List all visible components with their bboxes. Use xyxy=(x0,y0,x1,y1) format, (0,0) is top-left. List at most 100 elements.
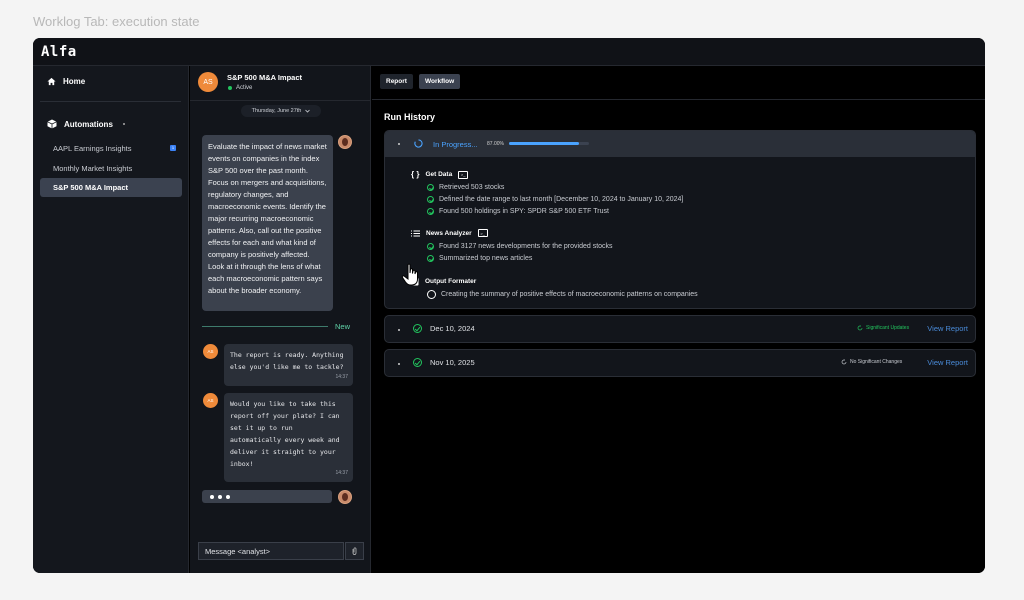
run-card-nov-2025[interactable]: Nov 10, 2025 No Significant Changes View… xyxy=(384,349,976,377)
run-card-dec-2024[interactable]: Dec 10, 2024 Significant Updates View Re… xyxy=(384,315,976,343)
new-label: New xyxy=(335,322,351,331)
expand-bullet-icon[interactable] xyxy=(398,143,400,145)
home-icon xyxy=(47,77,56,86)
sidebar-item-sp500-ma[interactable]: S&P 500 M&A Impact xyxy=(40,178,182,197)
run-status-badge: No Significant Changes xyxy=(841,359,902,365)
step-news-analyzer: News Analyzer >_ xyxy=(411,229,488,237)
braces-icon: { } xyxy=(411,170,420,179)
run-header[interactable]: In Progress... 87.00% xyxy=(385,131,975,157)
run-date: Dec 10, 2024 xyxy=(430,324,475,333)
terminal-icon: >_ xyxy=(458,170,469,179)
progress-fill xyxy=(509,142,579,145)
step-item-text: Summarized top news articles xyxy=(439,255,533,262)
tab-workflow[interactable]: Workflow xyxy=(419,74,461,89)
list-icon xyxy=(411,230,420,236)
run-status-text: Significant Updates xyxy=(866,325,910,331)
message-text: The report is ready. Anything else you'd… xyxy=(230,351,344,371)
step-title: Output Formater xyxy=(425,278,477,285)
step-item: Creating the summary of positive effects… xyxy=(427,290,698,299)
cube-icon xyxy=(47,119,57,129)
page-caption: Worklog Tab: execution state xyxy=(33,14,200,29)
expand-bullet-icon[interactable] xyxy=(398,329,400,331)
message-time: 14:37 xyxy=(335,470,348,476)
top-bar: Alfa xyxy=(33,38,985,66)
step-title: Get Data xyxy=(425,171,453,178)
message-time: 14:37 xyxy=(335,374,348,380)
tab-report[interactable]: Report xyxy=(380,74,413,89)
user-avatar xyxy=(338,135,352,149)
chat-header: AS S&P 500 M&A Impact Active xyxy=(190,66,370,101)
message-text: Would you like to take this report off y… xyxy=(230,400,340,468)
chevron-down-icon xyxy=(305,109,311,113)
sidebar-item-label: Home xyxy=(63,77,86,86)
hand-cursor-icon xyxy=(401,263,418,286)
chat-title: S&P 500 M&A Impact xyxy=(227,73,303,82)
status-dot-icon xyxy=(228,86,232,90)
typing-indicator xyxy=(202,490,332,503)
step-item-text: Retrieved 503 stocks xyxy=(439,184,505,191)
main-panel: Report Workflow Run History In Progress.… xyxy=(372,66,985,573)
pending-circle-icon xyxy=(427,290,436,299)
typing-dot-icon xyxy=(218,494,222,499)
typing-dot-icon xyxy=(226,494,230,499)
step-item-text: Found 3127 news developments for the pro… xyxy=(439,243,613,250)
step-title: News Analyzer xyxy=(426,229,472,237)
sidebar-item-automations[interactable]: Automations xyxy=(47,119,125,129)
typing-dot-icon xyxy=(210,494,214,499)
paperclip-icon xyxy=(352,547,357,555)
check-icon xyxy=(427,196,434,203)
new-divider xyxy=(202,326,328,327)
avatar: AS xyxy=(198,72,218,92)
run-status-badge: Significant Updates xyxy=(857,325,909,331)
bot-message: The report is ready. Anything else you'd… xyxy=(224,344,353,386)
terminal-icon: >_ xyxy=(477,229,488,237)
check-icon xyxy=(427,184,434,191)
attach-button[interactable] xyxy=(345,542,364,560)
more-dot-icon[interactable] xyxy=(122,123,125,125)
check-circle-icon xyxy=(413,358,422,367)
sidebar-item-label: Automations xyxy=(64,119,113,129)
sidebar-divider xyxy=(40,101,181,102)
refresh-icon xyxy=(857,325,863,331)
expand-bullet-icon[interactable] xyxy=(398,363,400,365)
run-date: Nov 10, 2025 xyxy=(430,358,475,367)
date-label: Thursday, June 27th xyxy=(251,108,302,114)
run-status-text: No Significant Changes xyxy=(850,359,903,365)
bot-message: Would you like to take this report off y… xyxy=(224,393,353,482)
sidebar-item-label: S&P 500 M&A Impact xyxy=(53,183,129,192)
sidebar: Home Automations AAPL Earnings Insights … xyxy=(33,66,189,573)
check-icon xyxy=(427,243,434,250)
step-item-text: Defined the date range to last month [De… xyxy=(439,196,684,203)
step-item-text: Found 500 holdings in SPY: SPDR S&P 500 … xyxy=(439,208,609,215)
status-indicator: Active xyxy=(228,85,252,91)
view-report-link[interactable]: View Report xyxy=(927,358,968,367)
spinner-icon xyxy=(414,139,423,148)
step-item: Found 3127 news developments for the pro… xyxy=(427,243,613,250)
check-icon xyxy=(427,208,434,215)
step-item: Defined the date range to last month [De… xyxy=(427,196,683,203)
chat-panel: AS S&P 500 M&A Impact Active Thursday, J… xyxy=(190,66,371,573)
app-window: Alfa Home Automations AAPL Earnings Insi… xyxy=(33,38,985,573)
notification-badge: 1 xyxy=(170,145,176,151)
run-history-title: Run History xyxy=(384,112,436,122)
bot-avatar: AS xyxy=(203,393,218,408)
step-item: Retrieved 503 stocks xyxy=(427,184,504,191)
date-selector[interactable]: Thursday, June 27th xyxy=(241,105,321,117)
message-input[interactable]: Message <analyst> xyxy=(198,542,344,560)
progress-bar xyxy=(509,142,589,145)
sidebar-item-home[interactable]: Home xyxy=(47,77,85,86)
view-report-link[interactable]: View Report xyxy=(927,324,968,333)
check-circle-icon xyxy=(413,324,422,333)
step-get-data: { } Get Data >_ xyxy=(411,170,469,179)
tab-bar: Report Workflow xyxy=(372,66,985,100)
run-card-current: In Progress... 87.00% { } Get Data >_ Re… xyxy=(384,130,976,309)
run-status: In Progress... xyxy=(433,140,478,149)
bot-avatar: AS xyxy=(203,344,218,359)
step-item: Found 500 holdings in SPY: SPDR S&P 500 … xyxy=(427,208,609,215)
sidebar-item-monthly-market[interactable]: Monthly Market Insights xyxy=(40,159,182,178)
user-message: Evaluate the impact of news market event… xyxy=(202,135,333,311)
check-icon xyxy=(427,255,434,262)
sidebar-item-label: Monthly Market Insights xyxy=(53,164,133,173)
sidebar-item-aapl-earnings[interactable]: AAPL Earnings Insights 1 xyxy=(40,139,182,158)
status-label: Active xyxy=(236,85,253,91)
